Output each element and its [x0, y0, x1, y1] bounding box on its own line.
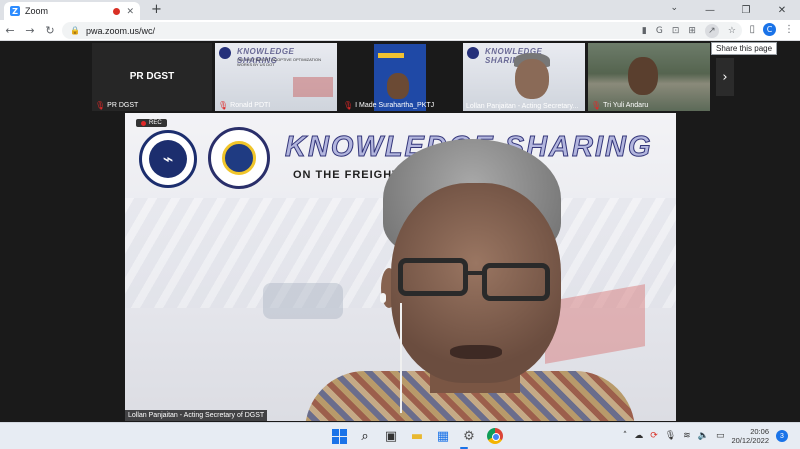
presenter-mouth	[450, 345, 502, 359]
system-tray: ˄ ☁ ⟳ 🎙 ≋ 🔈 ▭ 20:06 20/12/2022 3	[623, 427, 788, 445]
participant-face	[628, 57, 658, 95]
truck-image	[293, 77, 333, 97]
poster-banner	[378, 53, 404, 58]
back-button[interactable]: ←	[0, 24, 20, 37]
tab-zoom[interactable]: Z Zoom ✕	[4, 2, 140, 20]
reload-button[interactable]: ↻	[40, 24, 60, 37]
address-bar[interactable]: 🔒 pwa.zoom.us/wc/ ▮ G ⊡ ⊞ ↗ ☆	[62, 22, 742, 39]
new-tab-button[interactable]: +	[151, 2, 162, 17]
participant-tile[interactable]: KNOWLEDGE SHARING Lollan Panjaitan - Act…	[463, 43, 585, 111]
translate-icon[interactable]: ⊞	[688, 26, 696, 36]
tab-title: Zoom	[25, 6, 49, 16]
participant-tile[interactable]: PR DGST 🎙 PR DGST	[92, 43, 212, 111]
mic-muted-icon: 🎙	[95, 101, 106, 110]
slide-subtitle-thumb: ON THE FREIGHT ADOPTIVE OPTIMIZATION WOR…	[237, 57, 322, 67]
tray-overflow-chevron-icon[interactable]: ˄	[623, 431, 628, 441]
us-dot-seal-icon: ⌁	[139, 130, 197, 188]
active-speaker-label: Lollan Panjaitan - Acting Secretary of D…	[125, 410, 268, 421]
settings-gear-icon[interactable]: ⚙	[460, 427, 478, 445]
lock-icon[interactable]: 🔒	[70, 26, 80, 35]
participant-name-label: 🎙 Ronald PDTI	[218, 101, 271, 110]
google-icon[interactable]: G	[656, 26, 663, 36]
restore-button[interactable]: ❐	[728, 0, 764, 20]
main-video: REC ⌁ KNOWLEDGE SHARING ON THE FREIGHT A…	[125, 113, 676, 421]
address-bar-actions: ▮ G ⊡ ⊞ ↗ ☆	[642, 22, 736, 39]
zoom-icon: Z	[10, 6, 20, 16]
forward-button[interactable]: →	[20, 24, 40, 37]
onedrive-cloud-icon[interactable]: ☁	[634, 431, 643, 441]
recording-badge: REC	[136, 119, 167, 127]
participant-face	[515, 59, 549, 99]
window-controls: — ❐ ✕	[692, 0, 800, 20]
profile-avatar[interactable]: C	[763, 23, 776, 36]
start-button[interactable]	[330, 427, 348, 445]
mic-muted-icon: 🎙	[591, 101, 602, 110]
search-icon[interactable]: ⌕	[356, 427, 374, 445]
tab-close-icon[interactable]: ✕	[126, 6, 134, 17]
microsoft-store-icon[interactable]: ▦	[434, 427, 452, 445]
share-page-icon[interactable]: ↗	[704, 23, 719, 38]
clock[interactable]: 20:06 20/12/2022	[731, 427, 769, 445]
participant-face	[387, 73, 409, 99]
glasses-left-lens	[398, 258, 468, 296]
tab-search-icon[interactable]: ⌄	[670, 3, 678, 13]
participant-gallery: PR DGST 🎙 PR DGST KNOWLEDGE SHARING ON TH…	[0, 42, 800, 112]
browser-toolbar: ← → ↻ 🔒 pwa.zoom.us/wc/ ▮ G ⊡ ⊞ ↗ ☆ ▯ C …	[0, 20, 800, 41]
mic-muted-icon: 🎙	[218, 101, 229, 110]
rec-dot-icon	[141, 120, 146, 126]
participant-placeholder-name: PR DGST	[129, 71, 175, 82]
task-view-icon[interactable]: ▣	[382, 427, 400, 445]
background-tanker-image	[263, 283, 343, 319]
wifi-icon[interactable]: ≋	[683, 431, 691, 441]
url-text: pwa.zoom.us/wc/	[85, 25, 155, 36]
notification-badge[interactable]: 3	[776, 430, 788, 442]
volume-icon[interactable]: 🔈	[698, 431, 709, 441]
install-app-icon[interactable]: ⊡	[672, 26, 680, 36]
seal-icon	[219, 47, 231, 59]
browser-tab-strip: Z Zoom ✕ + ⌄ — ❐ ✕	[0, 0, 800, 20]
recording-indicator-icon	[113, 7, 121, 15]
taskbar-apps: ⌕ ▣ ▬ ▦ ⚙	[330, 427, 504, 445]
windows-logo-icon	[331, 428, 347, 444]
clock-date: 20/12/2022	[731, 436, 769, 445]
battery-icon[interactable]: ▭	[716, 431, 725, 441]
participant-name-label: Lollan Panjaitan - Acting Secretary...	[466, 103, 579, 110]
toolbar-right: ▯ C ⋮	[749, 23, 794, 36]
gallery-next-button[interactable]: ›	[716, 58, 734, 96]
participant-tile[interactable]: KNOWLEDGE SHARING ON THE FREIGHT ADOPTIV…	[215, 43, 337, 111]
microphone-icon[interactable]: 🎙	[665, 431, 676, 441]
participant-name-label: 🎙 Tri Yuli Andaru	[591, 101, 649, 110]
earbud-icon	[380, 293, 386, 303]
glasses-bridge	[465, 271, 485, 275]
window-close-button[interactable]: ✕	[764, 0, 800, 20]
ministry-of-transportation-seal-icon	[208, 127, 270, 189]
participant-name-label: 🎙 PR DGST	[95, 101, 139, 110]
clock-time: 20:06	[750, 427, 769, 436]
side-panel-icon[interactable]: ▯	[749, 24, 755, 35]
mic-muted-icon: 🎙	[343, 101, 354, 110]
minimize-button[interactable]: —	[692, 0, 728, 20]
chrome-icon[interactable]	[486, 427, 504, 445]
participant-tile[interactable]: 🎙 I Made Surahartha_PKTJ	[340, 43, 460, 111]
participant-tile[interactable]: 🎙 Tri Yuli Andaru	[588, 43, 710, 111]
sync-icon[interactable]: ⟳	[650, 431, 658, 441]
share-tooltip: Share this page	[711, 42, 778, 55]
glasses-right-lens	[482, 263, 550, 301]
windows-taskbar: ⌕ ▣ ▬ ▦ ⚙ ˄ ☁ ⟳ 🎙 ≋ 🔈 ▭ 20:06 20/12/2022…	[0, 422, 800, 449]
camera-icon[interactable]: ▮	[642, 26, 647, 36]
menu-kebab-icon[interactable]: ⋮	[784, 24, 794, 35]
participant-name-label: 🎙 I Made Surahartha_PKTJ	[343, 101, 435, 110]
seal-icon	[467, 47, 479, 59]
earbud-wire	[400, 303, 402, 413]
bookmark-star-icon[interactable]: ☆	[728, 26, 736, 36]
file-explorer-icon[interactable]: ▬	[408, 427, 426, 445]
